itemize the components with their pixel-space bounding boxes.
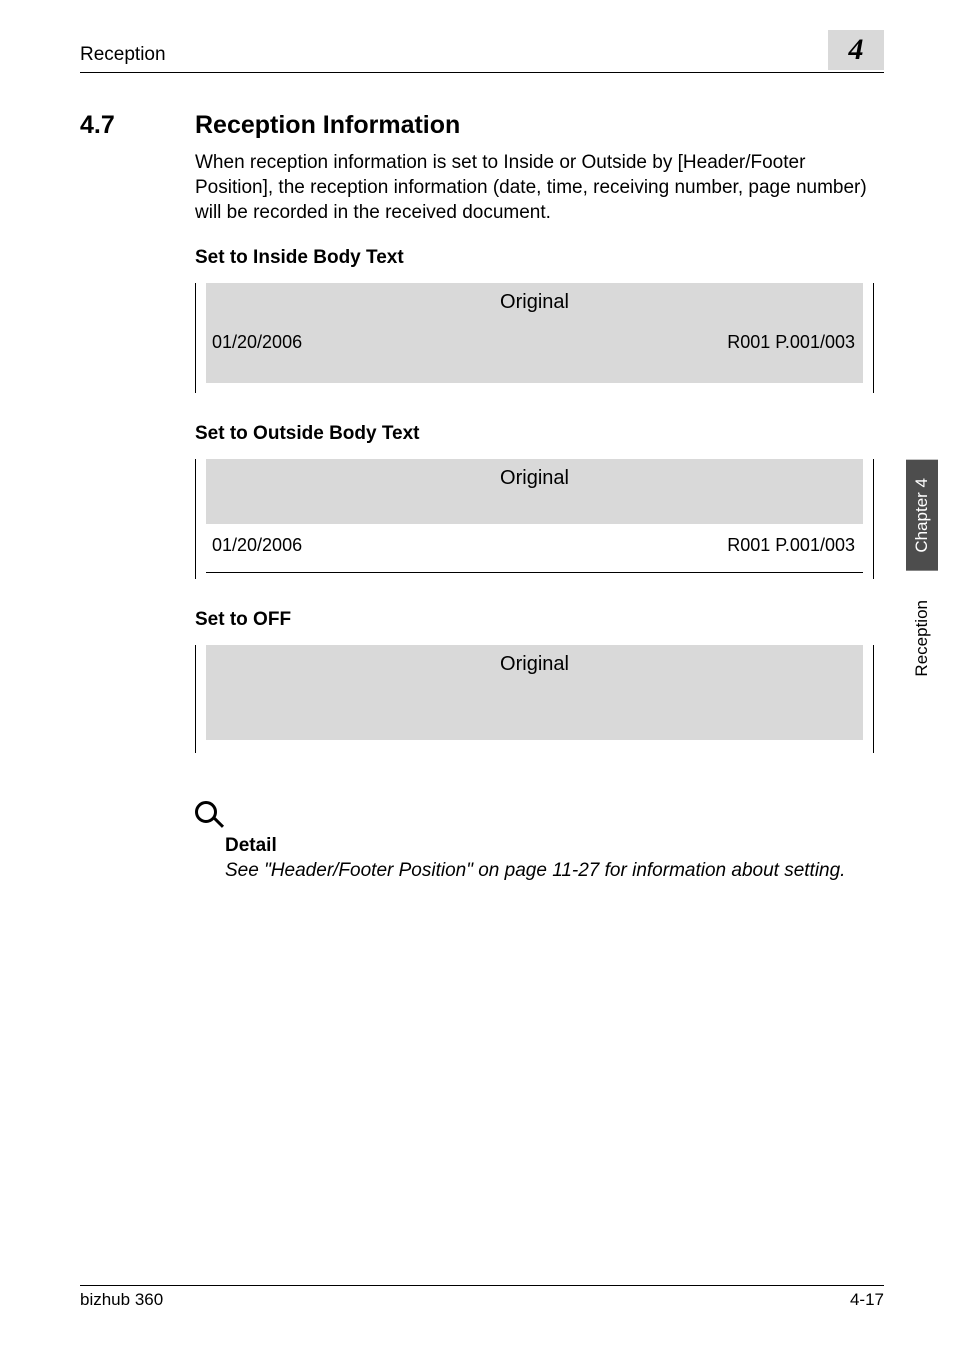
running-head: Reception bbox=[80, 44, 166, 70]
diagram-outside: Original 01/20/2006 R001 P.001/003 bbox=[195, 459, 874, 579]
diagram-inside-page: R001 P.001/003 bbox=[727, 332, 855, 353]
footer-page: 4-17 bbox=[850, 1290, 884, 1310]
side-tab-chapter: Chapter 4 bbox=[906, 460, 938, 571]
magnifier-icon bbox=[195, 801, 227, 833]
diagram-inside: Original 01/20/2006 R001 P.001/003 bbox=[195, 283, 874, 393]
footer-product: bizhub 360 bbox=[80, 1290, 163, 1310]
section-intro: When reception information is set to Ins… bbox=[195, 150, 874, 225]
diagram-off-title: Original bbox=[206, 645, 863, 676]
diagram-outside-info: 01/20/2006 R001 P.001/003 bbox=[212, 535, 855, 556]
diagram-off-inset: Original bbox=[206, 645, 863, 740]
diagram-inside-title: Original bbox=[206, 283, 863, 314]
sub-heading-outside: Set to Outside Body Text bbox=[195, 423, 874, 445]
diagram-outside-title: Original bbox=[206, 459, 863, 490]
sub-heading-off: Set to OFF bbox=[195, 609, 874, 631]
detail-heading: Detail bbox=[225, 835, 874, 857]
diagram-inside-date: 01/20/2006 bbox=[212, 332, 302, 353]
section-number: 4.7 bbox=[80, 111, 195, 140]
diagram-outside-date: 01/20/2006 bbox=[212, 535, 302, 556]
section-title: Reception Information bbox=[195, 111, 460, 140]
header-rule bbox=[80, 72, 884, 73]
diagram-outside-page: R001 P.001/003 bbox=[727, 535, 855, 556]
diagram-inside-inset: Original 01/20/2006 R001 P.001/003 bbox=[206, 283, 863, 383]
sub-heading-inside: Set to Inside Body Text bbox=[195, 247, 874, 269]
diagram-outside-rule bbox=[206, 572, 863, 573]
diagram-inside-info: 01/20/2006 R001 P.001/003 bbox=[206, 326, 863, 361]
diagram-outside-inset: Original bbox=[206, 459, 863, 524]
footer-rule bbox=[80, 1285, 884, 1286]
diagram-off: Original bbox=[195, 645, 874, 753]
detail-text: See "Header/Footer Position" on page 11-… bbox=[225, 859, 874, 884]
chapter-badge: 4 bbox=[828, 30, 884, 70]
side-tab-section: Reception bbox=[906, 600, 938, 677]
